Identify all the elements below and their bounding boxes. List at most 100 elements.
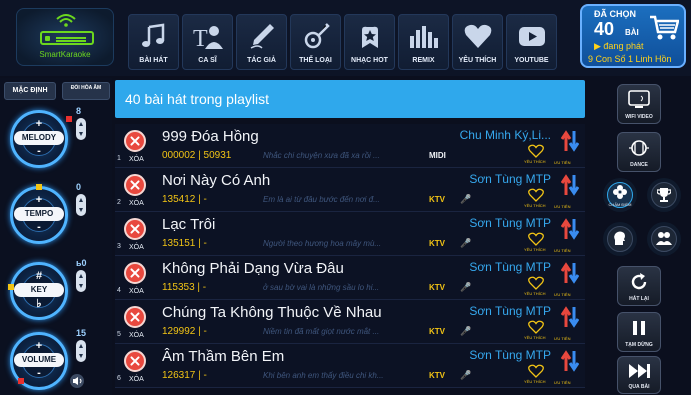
song-format-tag: KTV (429, 283, 445, 292)
delete-button[interactable] (124, 174, 146, 196)
priority-label: ƯU TIÊN (554, 336, 571, 341)
song-code: 135151 | - (162, 238, 207, 249)
volume-stepper[interactable] (76, 340, 86, 362)
volume-minus-button[interactable]: - (34, 367, 44, 379)
wifi-video-button[interactable]: WIFI VIDEO (617, 84, 661, 124)
playlist-row[interactable]: XÓA 2 Nơi Này Có Anh 135412 | - Em là ai… (115, 168, 585, 212)
now-playing-title: 9 Con Số 1 Linh Hồn (588, 54, 672, 64)
favorite-heart-icon[interactable] (528, 320, 544, 334)
song-lyric: ở sau bờ vai là những sầu lo hi... (263, 283, 380, 292)
delete-button[interactable] (124, 306, 146, 328)
song-lyric: Khi bên anh em thấy điều chi kh... (263, 371, 384, 380)
nav-genres[interactable]: THỂ LOẠI (290, 14, 341, 70)
chosen-songs-panel[interactable]: ĐÃ CHỌN 40 BÀI ▶ đang phát 9 Con Số 1 Li… (580, 4, 686, 68)
trophy-toggle[interactable] (647, 178, 681, 212)
song-title[interactable]: Nơi Này Có Anh (162, 172, 270, 189)
favorite-heart-icon[interactable] (528, 232, 544, 246)
nav-songs-label: BÀI HÁT (139, 57, 168, 64)
song-artist[interactable]: Sơn Tùng MTP (469, 260, 551, 274)
playlist-row[interactable]: XÓA 5 Chúng Ta Không Thuộc Về Nhau 12999… (115, 300, 585, 344)
favorite-heart-icon[interactable] (528, 144, 544, 158)
nav-remix-label: REMIX (412, 57, 435, 64)
tempo-plus-button[interactable]: + (34, 194, 44, 206)
melody-stepper[interactable] (76, 118, 86, 140)
dance-button[interactable]: DANCE (617, 132, 661, 172)
priority-arrows-icon[interactable] (561, 350, 579, 372)
cart-icon (650, 15, 679, 40)
melody-minus-button[interactable]: - (34, 145, 44, 157)
priority-arrows-icon[interactable] (561, 306, 579, 328)
nav-songs[interactable]: BÀI HÁT (128, 14, 179, 70)
smartkaraoke-logo[interactable]: SmartKaraoke (16, 8, 114, 66)
delete-button[interactable] (124, 350, 146, 372)
playlist-row[interactable]: XÓA 3 Lạc Trôi 135151 | - Người theo hươ… (115, 212, 585, 256)
tempo-minus-button[interactable]: - (34, 221, 44, 233)
tempo-stepper[interactable] (76, 194, 86, 216)
song-lyric: Niềm tin đã mất giọt nước mắt ... (263, 327, 380, 336)
left-control-panel: MẶC ĐỊNH ĐỔI HÒA ÂM + MELODY - 8 + TEMPO… (0, 78, 112, 395)
delete-button[interactable] (124, 130, 146, 152)
speaker-icon[interactable] (70, 374, 84, 388)
favorite-heart-icon[interactable] (528, 364, 544, 378)
vocal-toggle[interactable] (603, 222, 637, 256)
dance-icon (629, 140, 649, 156)
volume-value: 15 (76, 328, 87, 338)
song-title[interactable]: 999 Đóa Hồng (162, 128, 259, 145)
nav-favorites[interactable]: YÊU THÍCH (452, 14, 503, 70)
song-format-tag: KTV (429, 239, 445, 248)
key-stepper[interactable] (76, 270, 86, 292)
melody-plus-button[interactable]: + (34, 118, 44, 130)
song-artist[interactable]: Sơn Tùng MTP (469, 348, 551, 362)
playlist-row[interactable]: XÓA 6 Âm Thầm Bên Em 126317 | - Khi bên … (115, 344, 585, 388)
priority-arrows-icon[interactable] (561, 262, 579, 284)
pause-button[interactable]: TẠM DỪNG (617, 312, 661, 352)
delete-button[interactable] (124, 262, 146, 284)
key-flat-button[interactable]: ♭ (34, 297, 44, 310)
key-knob[interactable]: # KEY ♭ ь0 (8, 258, 87, 320)
tempo-knob[interactable]: + TEMPO - 0 (10, 182, 86, 244)
tempo-label: TEMPO (14, 207, 64, 221)
melody-value: 8 (76, 106, 82, 116)
priority-arrows-icon[interactable] (561, 174, 579, 196)
nav-composers[interactable]: TÁC GIẢ (236, 14, 287, 70)
skip-button[interactable]: QUA BÀI (617, 356, 661, 394)
song-title[interactable]: Chúng Ta Không Thuộc Về Nhau (162, 304, 382, 321)
song-format-tag: KTV (429, 327, 445, 336)
priority-label: ƯU TIÊN (554, 248, 571, 253)
song-artist[interactable]: Sơn Tùng MTP (469, 172, 551, 186)
score-toggle[interactable]: CHẤM ĐIỂM (603, 178, 637, 212)
volume-plus-button[interactable]: + (34, 340, 44, 352)
key-marker (8, 284, 14, 290)
melody-knob[interactable]: + MELODY - 8 (10, 106, 86, 168)
nav-remix[interactable]: REMIX (398, 14, 449, 70)
change-arrangement-button[interactable]: ĐỔI HÒA ÂM (62, 82, 110, 100)
volume-knob[interactable]: + VOLUME - 15 (10, 328, 86, 390)
song-title[interactable]: Không Phải Dạng Vừa Đâu (162, 260, 344, 277)
playlist-row[interactable]: XÓA 1 999 Đóa Hồng 000002 | 50931 Nhắc c… (115, 124, 585, 168)
favorite-heart-icon[interactable] (528, 188, 544, 202)
priority-arrows-icon[interactable] (561, 130, 579, 152)
delete-label: XÓA (129, 332, 144, 339)
song-title[interactable]: Âm Thầm Bên Em (162, 348, 284, 365)
song-title[interactable]: Lạc Trôi (162, 216, 215, 233)
song-format-tag: KTV (429, 195, 445, 204)
delete-button[interactable] (124, 218, 146, 240)
song-artist[interactable]: Chu Minh Ký,Li... (460, 128, 551, 142)
duet-toggle[interactable] (647, 222, 681, 256)
key-sharp-button[interactable]: # (34, 270, 44, 282)
favorite-heart-icon[interactable] (528, 276, 544, 290)
replay-button[interactable]: HÁT LẠI (617, 266, 661, 306)
melody-marker (66, 116, 72, 122)
song-artist[interactable]: Sơn Tùng MTP (469, 304, 551, 318)
nav-youtube[interactable]: YOUTUBE (506, 14, 557, 70)
song-artist[interactable]: Sơn Tùng MTP (469, 216, 551, 230)
change-arrangement-label: ĐỔI HÒA ÂM (70, 85, 102, 91)
nav-hot[interactable]: NHẠC HOT (344, 14, 395, 70)
playlist-row[interactable]: XÓA 4 Không Phải Dạng Vừa Đâu 115353 | -… (115, 256, 585, 300)
row-index: 4 (117, 287, 121, 294)
priority-arrows-icon[interactable] (561, 218, 579, 240)
pause-icon (633, 321, 645, 335)
flower-icon (613, 185, 627, 199)
default-button[interactable]: MẶC ĐỊNH (4, 82, 56, 100)
nav-singers[interactable]: T CA SĨ (182, 14, 233, 70)
